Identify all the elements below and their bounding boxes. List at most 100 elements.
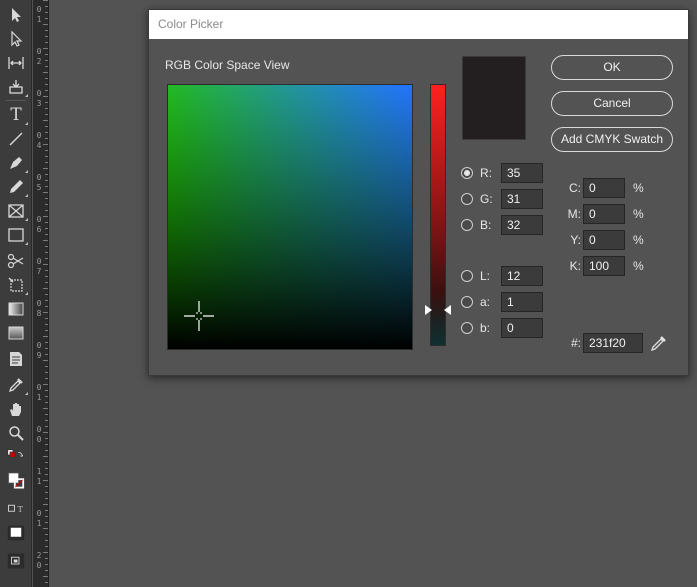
m-field[interactable]: 0 [583, 204, 625, 224]
r-field[interactable]: 35 [501, 163, 543, 183]
ruler-number: 1 [36, 15, 42, 24]
ruler-tick [43, 24, 48, 25]
color-space-label: RGB Color Space View [165, 58, 290, 72]
ruler-tick [43, 96, 48, 97]
gradient-feather-tool-icon[interactable] [4, 322, 28, 344]
rectangle-frame-tool-icon[interactable] [4, 200, 28, 222]
ruler-number: 0 [36, 561, 42, 570]
screen-mode-icon[interactable] [4, 550, 28, 572]
ruler-tick [43, 168, 48, 169]
eyedropper-icon[interactable] [649, 333, 669, 353]
ruler-tick [45, 564, 48, 565]
color-preview-swatch [462, 56, 526, 140]
g-field[interactable]: 31 [501, 189, 543, 209]
ruler-tick [45, 390, 48, 391]
ruler-tick [45, 30, 48, 31]
hand-tool-icon[interactable] [4, 398, 28, 420]
ruler-tick [45, 294, 48, 295]
pencil-tool-icon[interactable] [4, 176, 28, 198]
gradient-swatch-tool-icon[interactable] [4, 298, 28, 320]
ruler-tick [45, 228, 48, 229]
ruler-tick [45, 156, 48, 157]
line-tool-icon[interactable] [4, 128, 28, 150]
normal-view-mode-icon[interactable] [4, 522, 28, 544]
ruler-tick [45, 54, 48, 55]
ruler-tick [45, 474, 48, 475]
ruler-tick [43, 408, 48, 409]
hex-field[interactable]: 231f20 [583, 333, 643, 353]
ruler-number: 0 [36, 215, 42, 224]
c-field[interactable]: 0 [583, 178, 625, 198]
ruler-tick [45, 366, 48, 367]
ruler-tick [45, 342, 48, 343]
ruler-tick [45, 222, 48, 223]
ruler-tick [45, 324, 48, 325]
ruler-tick [43, 288, 48, 289]
scissors-tool-icon[interactable] [4, 250, 28, 272]
ruler-tick [45, 492, 48, 493]
ruler-tick [45, 42, 48, 43]
r-radio[interactable] [461, 167, 473, 179]
y-field[interactable]: 0 [583, 230, 625, 250]
ruler-tick [45, 270, 48, 271]
ruler-tick [45, 378, 48, 379]
ruler-tick [45, 162, 48, 163]
formatting-affects-container-icon[interactable]: T [4, 500, 28, 518]
note-tool-icon[interactable] [4, 348, 28, 370]
eyedropper-tool-icon[interactable] [4, 374, 28, 396]
slider-handle-icon[interactable] [425, 304, 451, 316]
rectangle-tool-icon[interactable] [4, 224, 28, 246]
content-collector-tool-icon[interactable] [4, 76, 28, 98]
direct-selection-tool-icon[interactable] [4, 28, 28, 50]
lab-b-field[interactable]: 0 [501, 318, 543, 338]
ruler-number: 8 [36, 309, 42, 318]
tools-panel: T T [0, 0, 32, 587]
ruler-number: 0 [36, 47, 42, 56]
b-label: B: [480, 218, 492, 232]
ruler-tick [45, 198, 48, 199]
l-radio[interactable] [461, 270, 473, 282]
ruler-number: 0 [36, 341, 42, 350]
free-transform-tool-icon[interactable] [4, 274, 28, 296]
cancel-button[interactable]: Cancel [551, 91, 673, 116]
vertical-ruler[interactable]: 0102030405060708090100110120 [33, 0, 49, 587]
ruler-tick [43, 528, 48, 529]
ruler-tick [45, 540, 48, 541]
l-field[interactable]: 12 [501, 266, 543, 286]
color-field-gradient [168, 85, 412, 349]
add-cmyk-swatch-button[interactable]: Add CMYK Swatch [551, 127, 673, 152]
ruler-number: 0 [36, 435, 42, 444]
b-field[interactable]: 32 [501, 215, 543, 235]
g-label: G: [480, 192, 493, 206]
ruler-number: 1 [36, 467, 42, 476]
g-radio[interactable] [461, 193, 473, 205]
type-tool-icon[interactable]: T [4, 104, 28, 126]
k-row: K: 100 % [561, 256, 644, 276]
ok-button[interactable]: OK [551, 55, 673, 80]
gap-tool-icon[interactable] [4, 52, 28, 74]
c-unit: % [633, 181, 644, 195]
color-field-crosshair-icon[interactable] [184, 301, 214, 331]
ruler-tick [43, 552, 48, 553]
color-field[interactable] [167, 84, 413, 350]
a-radio[interactable] [461, 296, 473, 308]
lab-b-radio[interactable] [461, 322, 473, 334]
pen-tool-icon[interactable] [4, 152, 28, 174]
zoom-tool-icon[interactable] [4, 422, 28, 444]
b-row: B: 32 [461, 215, 543, 235]
ruler-number: 9 [36, 351, 42, 360]
a-field[interactable]: 1 [501, 292, 543, 312]
fill-stroke-swatches[interactable] [4, 466, 28, 496]
k-field[interactable]: 100 [583, 256, 625, 276]
ruler-tick [45, 522, 48, 523]
selection-tool-icon[interactable] [4, 4, 28, 26]
dialog-title[interactable]: Color Picker [149, 10, 688, 39]
ruler-number: 2 [36, 551, 42, 560]
ruler-tick [43, 384, 48, 385]
ruler-tick [45, 330, 48, 331]
ruler-tick [45, 498, 48, 499]
ruler-number: 4 [36, 141, 42, 150]
b-radio[interactable] [461, 219, 473, 231]
ruler-tick [45, 582, 48, 583]
default-fill-stroke-icon[interactable] [4, 446, 28, 464]
